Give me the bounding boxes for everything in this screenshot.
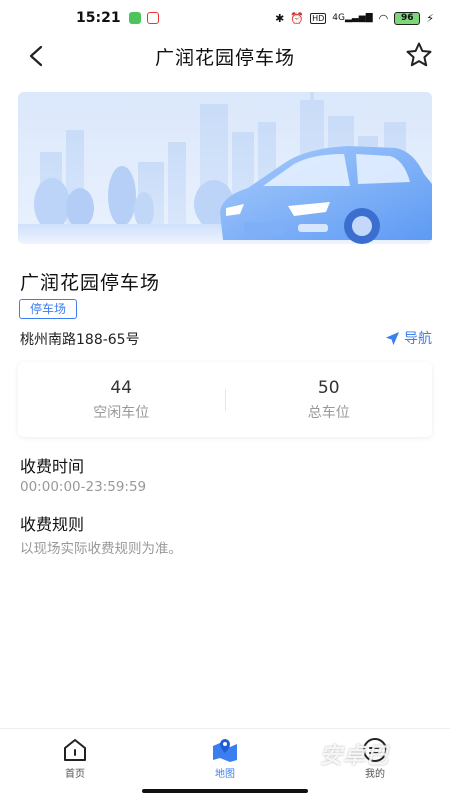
total-spaces-count: 50 [317,377,340,398]
navigate-button[interactable]: 导航 [385,328,432,348]
wechat-notification-icon [128,12,141,24]
network-type: 4G [332,13,345,23]
total-spaces-label: 总车位 [307,404,350,421]
fee-rules-value: 以现场实际收费规则为准。 [20,541,182,557]
free-spaces-stat: 44 空闲车位 [18,378,225,422]
tab-map-label: 地图 [215,769,235,780]
parking-address: 桃州南路188-65号 [20,332,140,348]
tab-home-label: 首页 [65,769,85,780]
chevron-left-icon [29,45,43,67]
tab-home[interactable]: 首页 [35,737,115,780]
alarm-icon: ⏰ [290,11,305,25]
hd-icon: HD [310,12,327,24]
back-button[interactable] [20,40,52,72]
battery-level: 96 [401,13,414,23]
parking-stats-card: 44 空闲车位 50 总车位 [18,362,432,437]
home-icon [64,739,86,761]
tab-map[interactable]: 地图 [185,737,265,780]
home-indicator[interactable] [142,789,308,793]
status-time: 15:21 [76,10,121,26]
page-title: 广润花园停车场 [154,46,295,69]
total-spaces-stat: 50 总车位 [226,378,433,422]
navigate-label: 导航 [404,331,432,347]
battery-icon: 96 [394,11,421,25]
main-content: 广润花园停车场 停车场 桃州南路188-65号 导航 44 空闲车位 50 总车… [0,76,450,728]
wifi-icon: ◠ [378,11,389,25]
header: 广润花园停车场 [0,36,450,76]
favorite-button[interactable] [402,38,436,72]
watermark-logo: 安卓巴 [320,744,390,769]
map-icon [213,739,237,762]
charging-icon: ⚡ [426,11,434,25]
bluetooth-icon: ✱ [275,11,285,25]
app-notification-icon [146,12,159,24]
free-spaces-label: 空闲车位 [93,404,150,421]
city-car-illustration [18,92,432,244]
navigation-arrow-icon [385,331,400,345]
fee-time-value: 00:00:00-23:59:59 [20,479,147,495]
parking-name: 广润花园停车场 [20,272,161,294]
signal-icon: 4G▂▃▅▇ [332,13,373,23]
fee-time-heading: 收费时间 [20,457,85,476]
star-outline-icon [406,42,432,67]
status-bar: 15:21 ✱ ⏰ HD 4G▂▃▅▇ ◠ 96 ⚡ [0,0,450,36]
parking-type-badge: 停车场 [19,299,78,319]
fee-rules-heading: 收费规则 [20,515,85,534]
free-spaces-count: 44 [110,377,133,398]
parking-banner-image [18,92,432,244]
